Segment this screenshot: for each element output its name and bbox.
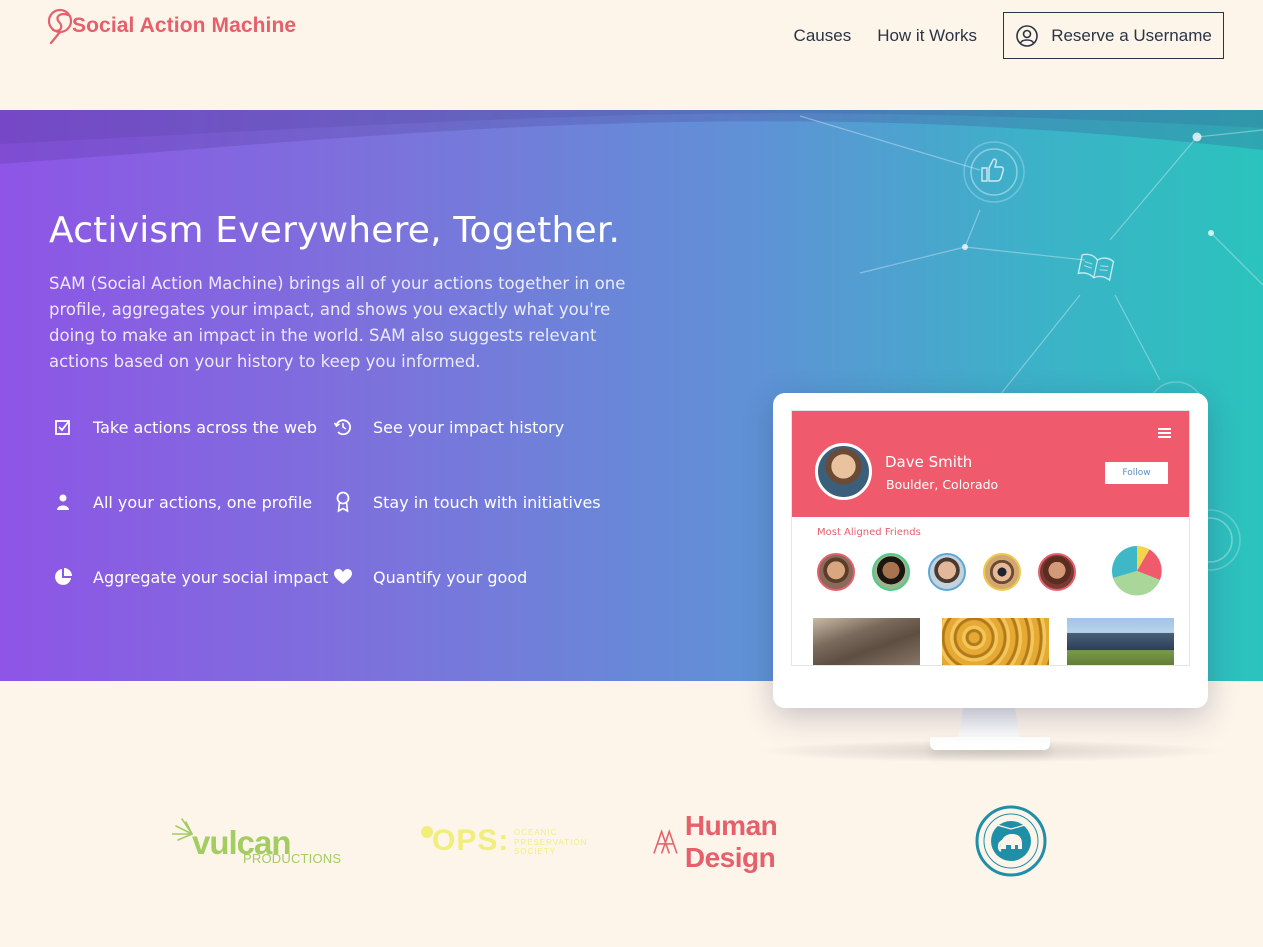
ops-word: OPS: <box>432 824 510 857</box>
friends-label: Most Aligned Friends <box>817 527 921 538</box>
impact-pie-chart <box>1112 546 1162 596</box>
feature-label: Stay in touch with initiatives <box>373 492 601 512</box>
friend-avatar <box>983 553 1021 591</box>
reserve-username-button[interactable]: Reserve a Username <box>1003 12 1224 59</box>
friend-avatar <box>817 553 855 591</box>
ops-logo: OPS: OCEANIC PRESERVATION SOCIETY <box>420 824 600 860</box>
elephant-thumbnail <box>813 618 920 665</box>
heart-icon <box>332 566 354 588</box>
feature-label: Take actions across the web <box>93 417 318 437</box>
monitor-stand-base <box>930 737 1050 750</box>
human-design-logo: Human Design <box>652 810 867 873</box>
reserve-username-label: Reserve a Username <box>1051 25 1212 45</box>
book-icon <box>1077 253 1115 282</box>
logo[interactable]: Social Action Machine <box>40 6 296 46</box>
thumbs-up-icon <box>963 141 1025 203</box>
feature-label: Quantify your good <box>373 567 528 587</box>
feature-item: Take actions across the web <box>52 416 317 438</box>
feature-label: Aggregate your social impact <box>93 567 329 587</box>
vulcan-productions-logo: vulcan PRODUCTIONS <box>172 818 342 868</box>
monitor-mockup: Dave Smith Boulder, Colorado Follow Most… <box>773 393 1208 708</box>
profile-header: Dave Smith Boulder, Colorado Follow <box>792 411 1189 517</box>
profile-avatar <box>815 443 872 500</box>
friend-avatar <box>928 553 966 591</box>
logo-text: Social Action Machine <box>72 14 297 37</box>
elephant-seal-icon <box>975 805 1047 877</box>
friend-avatar <box>1038 553 1076 591</box>
follow-button: Follow <box>1105 462 1168 484</box>
feature-label: All your actions, one profile <box>93 492 313 512</box>
history-icon <box>332 416 354 438</box>
profile-name: Dave Smith <box>885 453 973 471</box>
hero-title: Activism Everywhere, Together. <box>49 210 621 251</box>
nav-how-it-works-link[interactable]: How it Works <box>877 26 977 46</box>
solar-house-thumbnail <box>1067 618 1174 665</box>
profile-location: Boulder, Colorado <box>886 477 999 492</box>
site-header: Social Action Machine Causes How it Work… <box>0 0 1263 110</box>
nav-causes-link[interactable]: Causes <box>794 26 852 46</box>
award-icon <box>332 491 354 513</box>
checkbox-icon <box>52 416 74 438</box>
person-icon <box>52 491 74 513</box>
main-nav: Causes How it Works Reserve a Username <box>794 12 1224 59</box>
great-elephant-census-logo <box>975 805 1047 877</box>
feature-item: See your impact history <box>332 416 564 438</box>
feature-item: Aggregate your social impact <box>52 566 328 588</box>
human-design-word: Human Design <box>684 810 778 873</box>
ops-sub: OCEANIC PRESERVATION SOCIETY <box>514 828 588 856</box>
user-circle-icon <box>1015 24 1039 48</box>
pie-chart-icon <box>52 566 74 588</box>
hero-description: SAM (Social Action Machine) brings all o… <box>49 274 626 371</box>
feature-item: All your actions, one profile <box>52 491 312 513</box>
friend-avatar <box>872 553 910 591</box>
profile-screen: Dave Smith Boulder, Colorado Follow Most… <box>791 410 1190 666</box>
human-design-mark-icon <box>653 829 678 854</box>
hamburger-menu-icon <box>1158 423 1171 442</box>
vulcan-sub: PRODUCTIONS <box>243 851 342 866</box>
feature-label: See your impact history <box>373 417 565 437</box>
bees-thumbnail <box>942 618 1049 665</box>
feature-item: Quantify your good <box>332 566 527 588</box>
feature-item: Stay in touch with initiatives <box>332 491 601 513</box>
